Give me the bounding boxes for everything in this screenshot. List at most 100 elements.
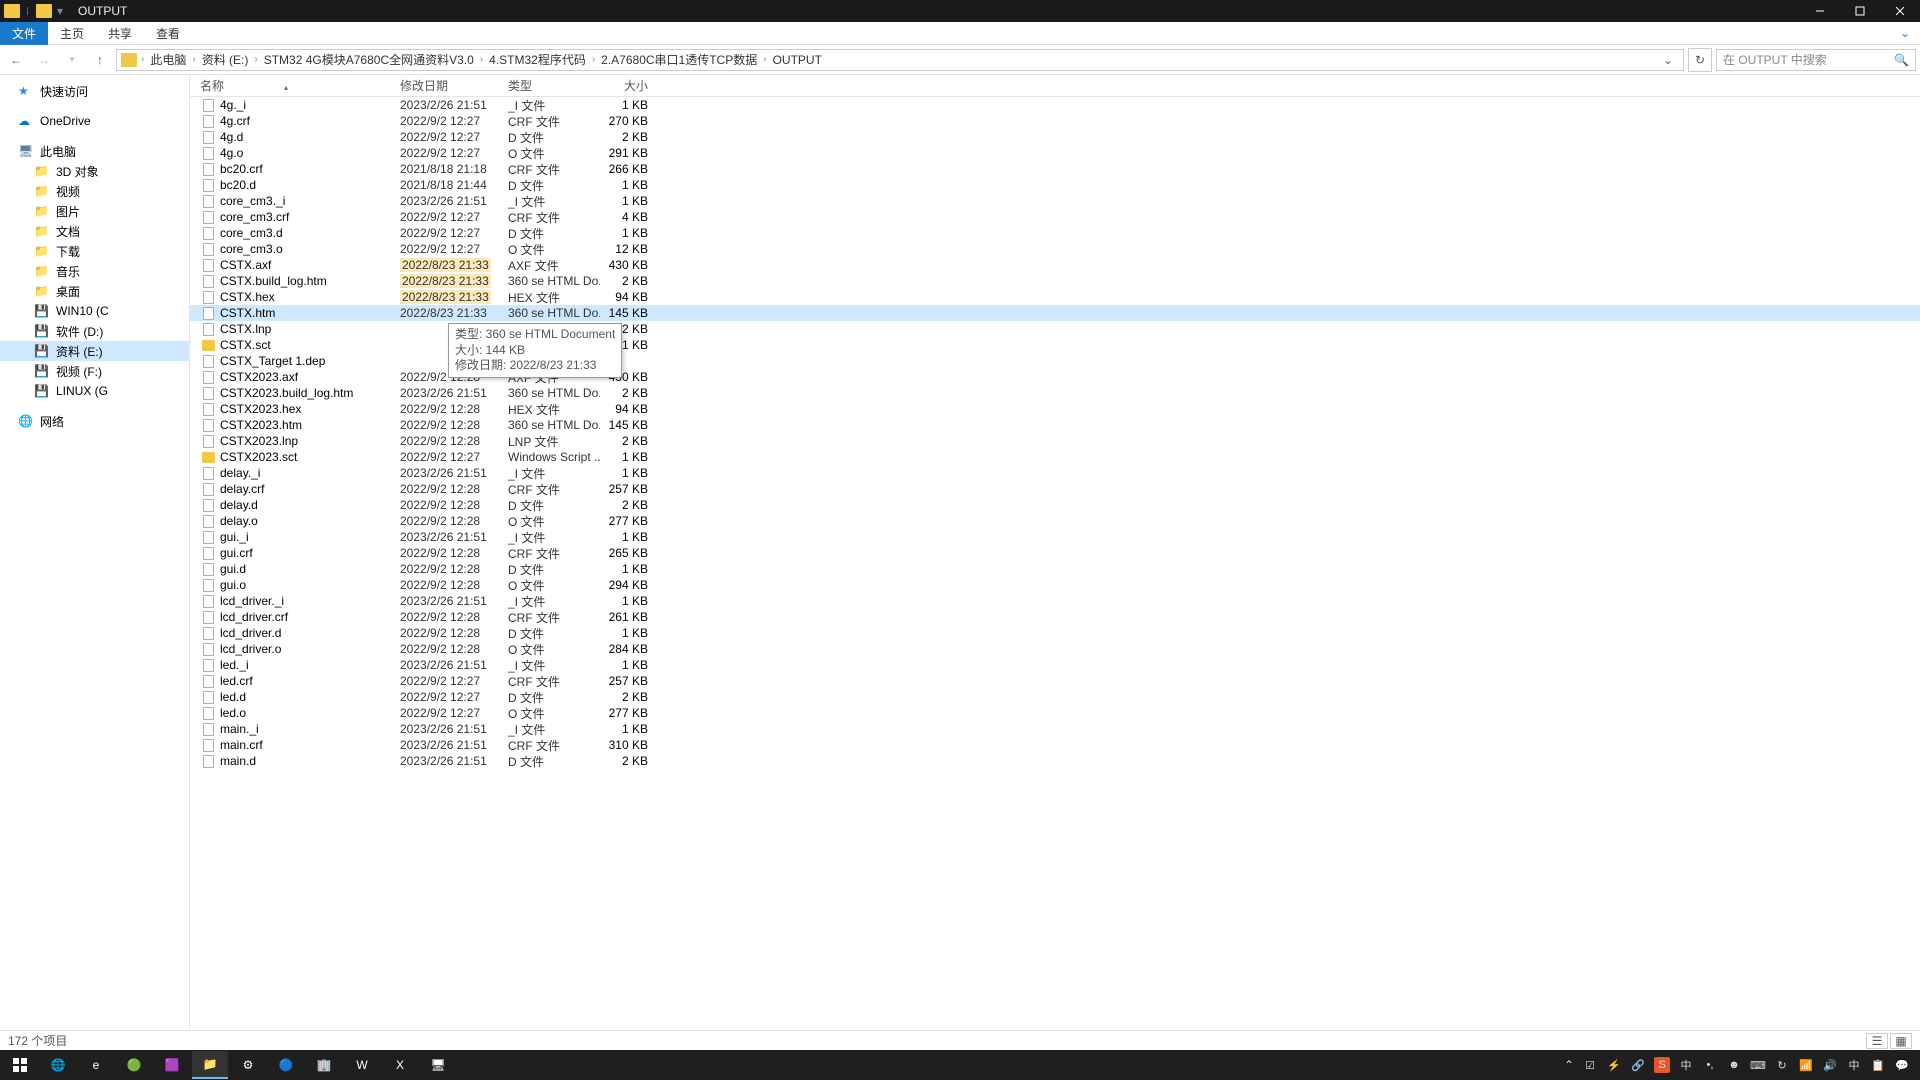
nav-recent-dropdown[interactable]: ▾ [60,48,84,72]
file-row[interactable]: 4g.d2022/9/2 12:27D 文件2 KB [190,129,1920,145]
file-row[interactable]: CSTX.axf2022/8/23 21:33AXF 文件430 KB [190,257,1920,273]
nav-up-button[interactable]: ↑ [88,48,112,72]
taskbar-app[interactable]: ⚙ [230,1051,266,1079]
chevron-right-icon[interactable]: › [592,54,595,65]
file-row[interactable]: 4g._i2023/2/26 21:51_I 文件1 KB [190,97,1920,113]
sidebar-quick-access[interactable]: ★快速访问 [0,81,189,101]
sidebar-item[interactable]: 💾WIN10 (C [0,301,189,321]
tray-icon[interactable]: ⚡ [1606,1057,1622,1073]
crumb[interactable]: OUTPUT [769,52,826,68]
chevron-right-icon[interactable]: › [141,54,144,65]
file-row[interactable]: lcd_driver.crf2022/9/2 12:28CRF 文件261 KB [190,609,1920,625]
file-row[interactable]: lcd_driver.d2022/9/2 12:28D 文件1 KB [190,625,1920,641]
sidebar-item[interactable]: 📁文档 [0,221,189,241]
column-name[interactable]: 名称▴ [200,77,400,94]
crumb[interactable]: STM32 4G模块A7680C全网通资料V3.0 [260,50,478,69]
taskbar-app[interactable]: 🏢 [306,1051,342,1079]
taskbar-edge[interactable]: 🌐 [40,1051,76,1079]
address-dropdown-icon[interactable]: ⌄ [1657,53,1679,67]
file-row[interactable]: CSTX.build_log.htm2022/8/23 21:33360 se … [190,273,1920,289]
file-row[interactable]: main.crf2023/2/26 21:51CRF 文件310 KB [190,737,1920,753]
file-row[interactable]: CSTX2023.sct2022/9/2 12:27Windows Script… [190,449,1920,465]
file-row[interactable]: CSTX.hex2022/8/23 21:33HEX 文件94 KB [190,289,1920,305]
ribbon-help-icon[interactable]: ⌄ [1890,26,1920,40]
file-row[interactable]: CSTX2023.build_log.htm2023/2/26 21:51360… [190,385,1920,401]
file-row[interactable]: bc20.d2021/8/18 21:44D 文件1 KB [190,177,1920,193]
file-list[interactable]: 4g._i2023/2/26 21:51_I 文件1 KB4g.crf2022/… [190,97,1920,1030]
tray-icon[interactable]: ☻ [1726,1057,1742,1073]
tray-icon[interactable]: 中 [1678,1057,1694,1073]
sidebar-onedrive[interactable]: ☁OneDrive [0,111,189,131]
file-row[interactable]: main._i2023/2/26 21:51_I 文件1 KB [190,721,1920,737]
ribbon-tab-view[interactable]: 查看 [144,22,192,45]
minimize-button[interactable] [1800,0,1840,22]
search-input[interactable]: 在 OUTPUT 中搜索 🔍 [1716,49,1916,71]
tray-icon[interactable]: 📋 [1870,1057,1886,1073]
sidebar-item[interactable]: 📁音乐 [0,261,189,281]
view-details-button[interactable]: ☰ [1866,1033,1888,1049]
sidebar-item[interactable]: 💾LINUX (G [0,381,189,401]
file-row[interactable]: delay._i2023/2/26 21:51_I 文件1 KB [190,465,1920,481]
file-row[interactable]: lcd_driver._i2023/2/26 21:51_I 文件1 KB [190,593,1920,609]
file-row[interactable]: delay.d2022/9/2 12:28D 文件2 KB [190,497,1920,513]
column-type[interactable]: 类型 [508,77,600,94]
tray-notifications-icon[interactable]: 💬 [1894,1057,1910,1073]
tray-icon[interactable]: ⌨ [1750,1057,1766,1073]
refresh-button[interactable]: ↻ [1688,48,1712,72]
file-row[interactable]: core_cm3._i2023/2/26 21:51_I 文件1 KB [190,193,1920,209]
tray-icon[interactable]: ↻ [1774,1057,1790,1073]
sidebar-item[interactable]: 📁桌面 [0,281,189,301]
file-row[interactable]: bc20.crf2021/8/18 21:18CRF 文件266 KB [190,161,1920,177]
start-button[interactable] [2,1051,38,1079]
file-row[interactable]: CSTX2023.hex2022/9/2 12:28HEX 文件94 KB [190,401,1920,417]
ribbon-tab-file[interactable]: 文件 [0,22,48,45]
crumb[interactable]: 资料 (E:) [198,50,253,69]
ribbon-tab-share[interactable]: 共享 [96,22,144,45]
taskbar-ie[interactable]: e [78,1051,114,1079]
file-row[interactable]: gui.o2022/9/2 12:28O 文件294 KB [190,577,1920,593]
column-date[interactable]: 修改日期 [400,77,508,94]
file-row[interactable]: 4g.crf2022/9/2 12:27CRF 文件270 KB [190,113,1920,129]
nav-back-button[interactable]: ← [4,48,28,72]
taskbar-app[interactable]: 🟪 [154,1051,190,1079]
address-bar[interactable]: › 此电脑 › 资料 (E:) › STM32 4G模块A7680C全网通资料V… [116,49,1684,71]
file-row[interactable]: core_cm3.d2022/9/2 12:27D 文件1 KB [190,225,1920,241]
file-row[interactable]: CSTX2023.lnp2022/9/2 12:28LNP 文件2 KB [190,433,1920,449]
file-row[interactable]: gui._i2023/2/26 21:51_I 文件1 KB [190,529,1920,545]
file-row[interactable]: led.d2022/9/2 12:27D 文件2 KB [190,689,1920,705]
sidebar-network[interactable]: 🌐网络 [0,411,189,431]
sidebar-item[interactable]: 💾资料 (E:) [0,341,189,361]
sidebar-item[interactable]: 💾软件 (D:) [0,321,189,341]
file-row[interactable]: delay.crf2022/9/2 12:28CRF 文件257 KB [190,481,1920,497]
tray-icon[interactable]: 中 [1846,1057,1862,1073]
file-row[interactable]: led._i2023/2/26 21:51_I 文件1 KB [190,657,1920,673]
tray-icon[interactable]: ☑ [1582,1057,1598,1073]
file-row[interactable]: lcd_driver.o2022/9/2 12:28O 文件284 KB [190,641,1920,657]
file-row[interactable]: core_cm3.crf2022/9/2 12:27CRF 文件4 KB [190,209,1920,225]
sidebar-item[interactable]: 📁视频 [0,181,189,201]
file-row[interactable]: delay.o2022/9/2 12:28O 文件277 KB [190,513,1920,529]
close-button[interactable] [1880,0,1920,22]
taskbar-word[interactable]: W [344,1051,380,1079]
maximize-button[interactable] [1840,0,1880,22]
file-row[interactable]: gui.d2022/9/2 12:28D 文件1 KB [190,561,1920,577]
file-row[interactable]: CSTX2023.htm2022/9/2 12:28360 se HTML Do… [190,417,1920,433]
nav-forward-button[interactable]: → [32,48,56,72]
view-icons-button[interactable]: ▦ [1890,1033,1912,1049]
chevron-right-icon[interactable]: › [192,54,195,65]
file-row[interactable]: led.crf2022/9/2 12:27CRF 文件257 KB [190,673,1920,689]
taskbar-app[interactable]: 🖥 [420,1051,456,1079]
taskbar-app[interactable]: 🟢 [116,1051,152,1079]
tray-up-icon[interactable]: ⌃ [1564,1058,1574,1072]
sidebar-this-pc[interactable]: 🖥此电脑 [0,141,189,161]
crumb[interactable]: 4.STM32程序代码 [485,50,590,69]
file-row[interactable]: main.d2023/2/26 21:51D 文件2 KB [190,753,1920,769]
tray-icon[interactable]: 🔗 [1630,1057,1646,1073]
tray-icon[interactable]: •, [1702,1057,1718,1073]
file-row[interactable]: gui.crf2022/9/2 12:28CRF 文件265 KB [190,545,1920,561]
crumb[interactable]: 2.A7680C串口1透传TCP数据 [597,50,761,69]
sidebar-item[interactable]: 💾视频 (F:) [0,361,189,381]
crumb[interactable]: 此电脑 [146,50,190,69]
file-row[interactable]: CSTX.htm2022/8/23 21:33360 se HTML Do...… [190,305,1920,321]
sidebar-item[interactable]: 📁下载 [0,241,189,261]
